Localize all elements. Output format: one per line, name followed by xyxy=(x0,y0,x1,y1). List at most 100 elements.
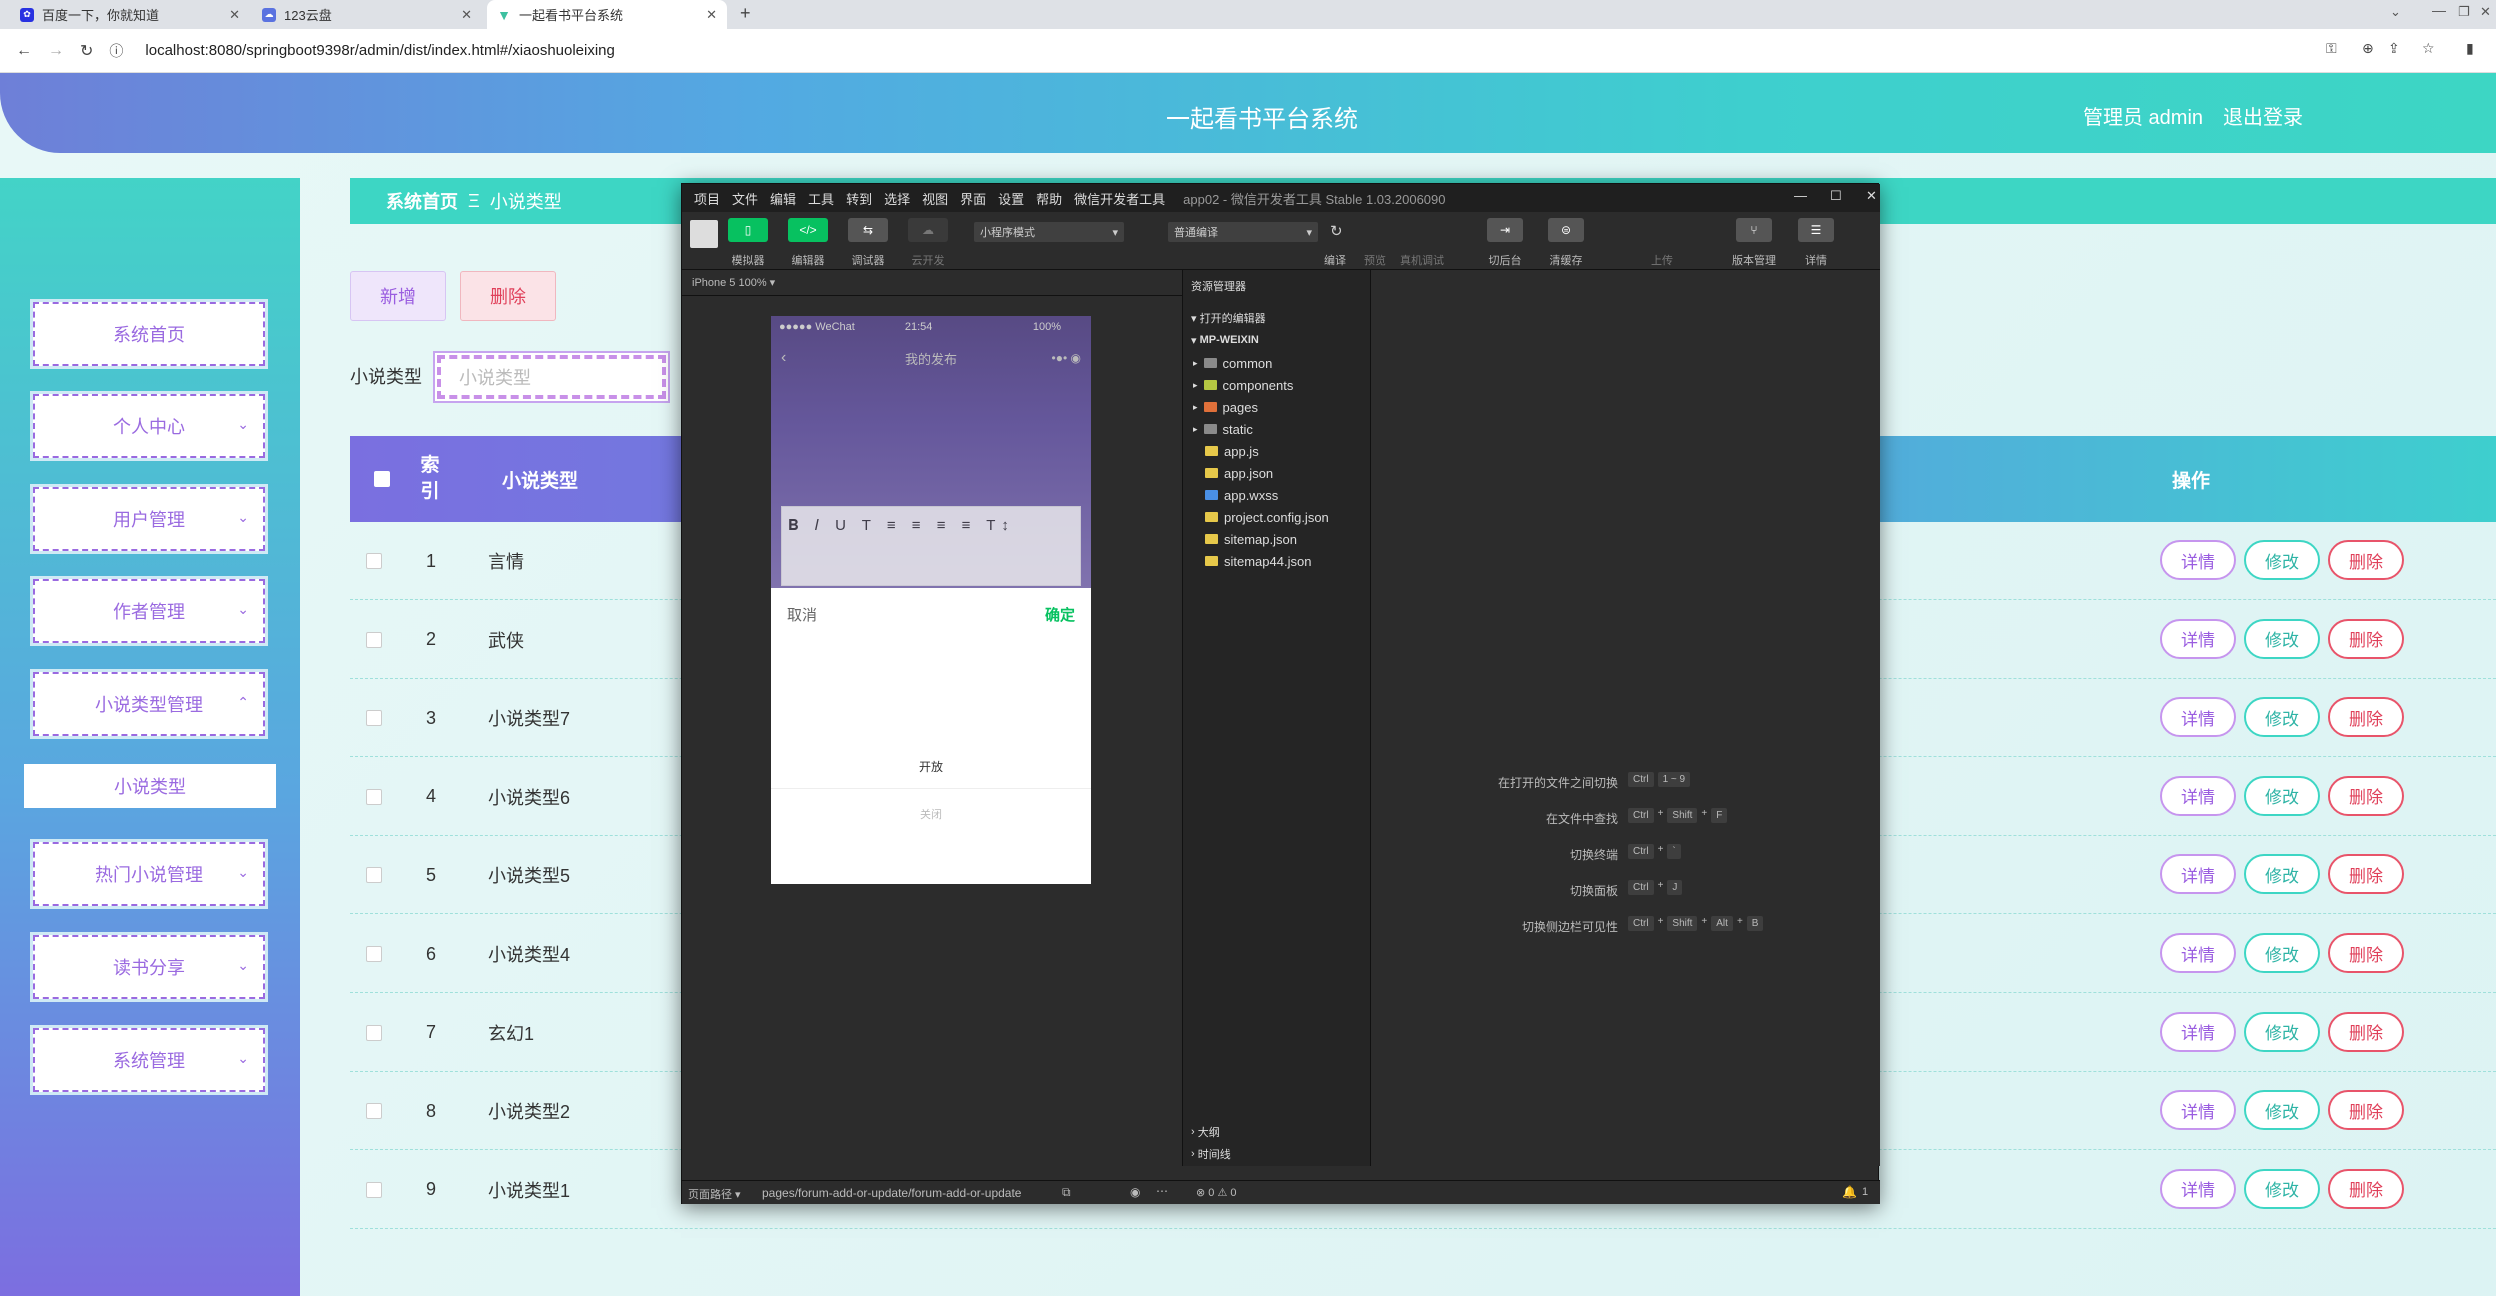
file-tree-item[interactable]: project.config.json xyxy=(1205,506,1329,528)
batch-delete-button[interactable]: 删除 xyxy=(460,271,556,321)
forward-icon[interactable]: → xyxy=(48,42,64,60)
delete-button[interactable]: 删除 xyxy=(2328,540,2404,580)
browser-tab[interactable]: ☁ 123云盘 ✕ xyxy=(252,0,482,29)
error-warning-count[interactable]: ⊗ 0 ⚠ 0 xyxy=(1196,1186,1236,1199)
compile-refresh-icon[interactable]: ↻ xyxy=(1330,222,1343,240)
row-checkbox[interactable] xyxy=(366,867,382,884)
file-tree-item[interactable]: sitemap44.json xyxy=(1205,550,1311,572)
zoom-icon[interactable]: ⊕ xyxy=(2362,40,2374,57)
logout-link[interactable]: 退出登录 xyxy=(2223,101,2303,130)
delete-button[interactable]: 删除 xyxy=(2328,854,2404,895)
file-tree-item[interactable]: app.json xyxy=(1205,462,1273,484)
browser-tab-active[interactable]: ▼ 一起看书平台系统 ✕ xyxy=(487,0,727,29)
menu-item[interactable]: 界面 xyxy=(960,189,986,208)
outline-section[interactable]: › 大纲 xyxy=(1183,1122,1372,1142)
clear-cache-icon[interactable]: ⊜ xyxy=(1548,218,1584,242)
file-tree-item[interactable]: ▸ components xyxy=(1193,374,1293,396)
dt-minimize-icon[interactable]: — xyxy=(1794,188,1807,203)
menu-item[interactable]: 编辑 xyxy=(770,189,796,208)
bell-icon[interactable]: 🔔 xyxy=(1842,1185,1857,1199)
select-all-checkbox[interactable] xyxy=(374,436,390,522)
sidebar-item-home[interactable]: 系统首页 xyxy=(30,299,268,369)
more-icon[interactable]: ⋯ xyxy=(1156,1184,1168,1198)
file-tree-item[interactable]: ▸ static xyxy=(1193,418,1253,440)
row-checkbox[interactable] xyxy=(366,553,382,569)
menu-item[interactable]: 文件 xyxy=(732,189,758,208)
details-icon[interactable]: ☰ xyxy=(1798,218,1834,242)
menu-item[interactable]: 设置 xyxy=(998,189,1024,208)
back-arrow-icon[interactable]: ‹ xyxy=(781,349,786,367)
back-icon[interactable]: ← xyxy=(16,42,32,60)
sidebar-item-authors[interactable]: 作者管理 ⌄ xyxy=(30,576,268,646)
row-checkbox[interactable] xyxy=(366,631,382,648)
copy-icon[interactable]: ⧉ xyxy=(1062,1185,1071,1200)
picker-cancel-button[interactable]: 取消 xyxy=(787,604,817,625)
background-icon[interactable]: ⇥ xyxy=(1487,218,1523,242)
sidebar-item-novel-type-mgmt[interactable]: 小说类型管理 ⌃ xyxy=(30,669,268,739)
row-checkbox[interactable] xyxy=(366,1181,382,1198)
simulator-toggle-icon[interactable]: ▯ xyxy=(728,218,768,242)
breadcrumb-home[interactable]: 系统首页 xyxy=(386,188,458,214)
reload-icon[interactable]: ↻ xyxy=(80,41,93,61)
file-tree-item[interactable]: ▸ common xyxy=(1193,352,1272,374)
detail-button[interactable]: 详情 xyxy=(2160,775,2236,816)
site-info-icon[interactable]: ⓘ xyxy=(109,41,123,61)
delete-button[interactable]: 删除 xyxy=(2328,697,2404,738)
eye-icon[interactable]: ◉ xyxy=(1130,1185,1140,1199)
menu-item[interactable]: 项目 xyxy=(694,189,720,208)
dt-close-icon[interactable]: ✕ xyxy=(1866,188,1877,204)
delete-button[interactable]: 删除 xyxy=(2328,1168,2404,1209)
add-button[interactable]: 新增 xyxy=(350,271,446,321)
sidebar-subitem-novel-type[interactable]: 小说类型 xyxy=(24,764,276,808)
edit-button[interactable]: 修改 xyxy=(2244,1090,2320,1131)
bookmark-star-icon[interactable]: ☆ xyxy=(2422,40,2435,57)
open-editors-section[interactable]: ▾ 打开的编辑器 xyxy=(1183,308,1372,328)
detail-button[interactable]: 详情 xyxy=(2160,933,2236,973)
detail-button[interactable]: 详情 xyxy=(2160,618,2236,659)
window-close-icon[interactable]: ✕ xyxy=(2480,4,2491,20)
project-root[interactable]: ▾ MP-WEIXIN xyxy=(1183,330,1372,350)
close-tab-icon[interactable]: ✕ xyxy=(461,7,472,23)
delete-button[interactable]: 删除 xyxy=(2328,1090,2404,1131)
detail-button[interactable]: 详情 xyxy=(2160,1168,2236,1209)
picker-option-open[interactable]: 开放 xyxy=(771,758,1091,775)
sidebar-item-personal[interactable]: 个人中心 ⌄ xyxy=(30,391,268,461)
sidebar-item-users[interactable]: 用户管理 ⌄ xyxy=(30,484,268,554)
browser-tab[interactable]: ✿ 百度一下，你就知道 ✕ xyxy=(10,0,250,29)
mode-select[interactable]: 小程序模式 ▾ xyxy=(974,222,1124,242)
detail-button[interactable]: 详情 xyxy=(2160,1090,2236,1131)
format-icons[interactable]: 𝐁 𝐼 U T ≡ ≡ ≡ ≡ T↕ xyxy=(782,507,1080,544)
sidebar-item-system[interactable]: 系统管理 ⌄ xyxy=(30,1025,268,1095)
delete-button[interactable]: 删除 xyxy=(2328,618,2404,659)
page-path-label[interactable]: 页面路径 ▾ xyxy=(688,1186,741,1202)
editor-toggle-icon[interactable]: </> xyxy=(788,218,828,242)
detail-button[interactable]: 详情 xyxy=(2160,1011,2236,1052)
avatar[interactable] xyxy=(690,220,718,248)
capsule-menu-icon[interactable]: •●• ◉ xyxy=(1052,351,1081,365)
menu-item[interactable]: 微信开发者工具 xyxy=(1074,189,1165,208)
delete-button[interactable]: 删除 xyxy=(2328,775,2404,816)
novel-type-search-input[interactable]: 小说类型 xyxy=(433,351,670,403)
file-tree-item[interactable]: ▸ pages xyxy=(1193,396,1258,418)
menu-item[interactable]: 视图 xyxy=(922,189,948,208)
edit-button[interactable]: 修改 xyxy=(2244,1168,2320,1209)
edit-button[interactable]: 修改 xyxy=(2244,1011,2320,1052)
picker-option-close[interactable]: 关闭 xyxy=(771,806,1091,822)
dt-maximize-icon[interactable]: ☐ xyxy=(1830,188,1842,204)
menu-item[interactable]: 帮助 xyxy=(1036,189,1062,208)
edit-button[interactable]: 修改 xyxy=(2244,540,2320,580)
tab-search-icon[interactable]: ⌄ xyxy=(2390,4,2401,20)
edit-button[interactable]: 修改 xyxy=(2244,775,2320,816)
delete-button[interactable]: 删除 xyxy=(2328,933,2404,973)
cloud-dev-icon[interactable]: ☁ xyxy=(908,218,948,242)
edit-button[interactable]: 修改 xyxy=(2244,697,2320,738)
row-checkbox[interactable] xyxy=(366,788,382,805)
key-icon[interactable]: ⚿ xyxy=(2326,40,2337,57)
menu-item[interactable]: 转到 xyxy=(846,189,872,208)
close-tab-icon[interactable]: ✕ xyxy=(229,7,240,23)
minimize-icon[interactable]: — xyxy=(2432,2,2446,18)
sidebar-panel-icon[interactable]: ▮ xyxy=(2466,40,2474,57)
detail-button[interactable]: 详情 xyxy=(2160,540,2236,580)
maximize-icon[interactable]: ❐ xyxy=(2458,4,2470,20)
file-tree-item[interactable]: app.js xyxy=(1205,440,1259,462)
